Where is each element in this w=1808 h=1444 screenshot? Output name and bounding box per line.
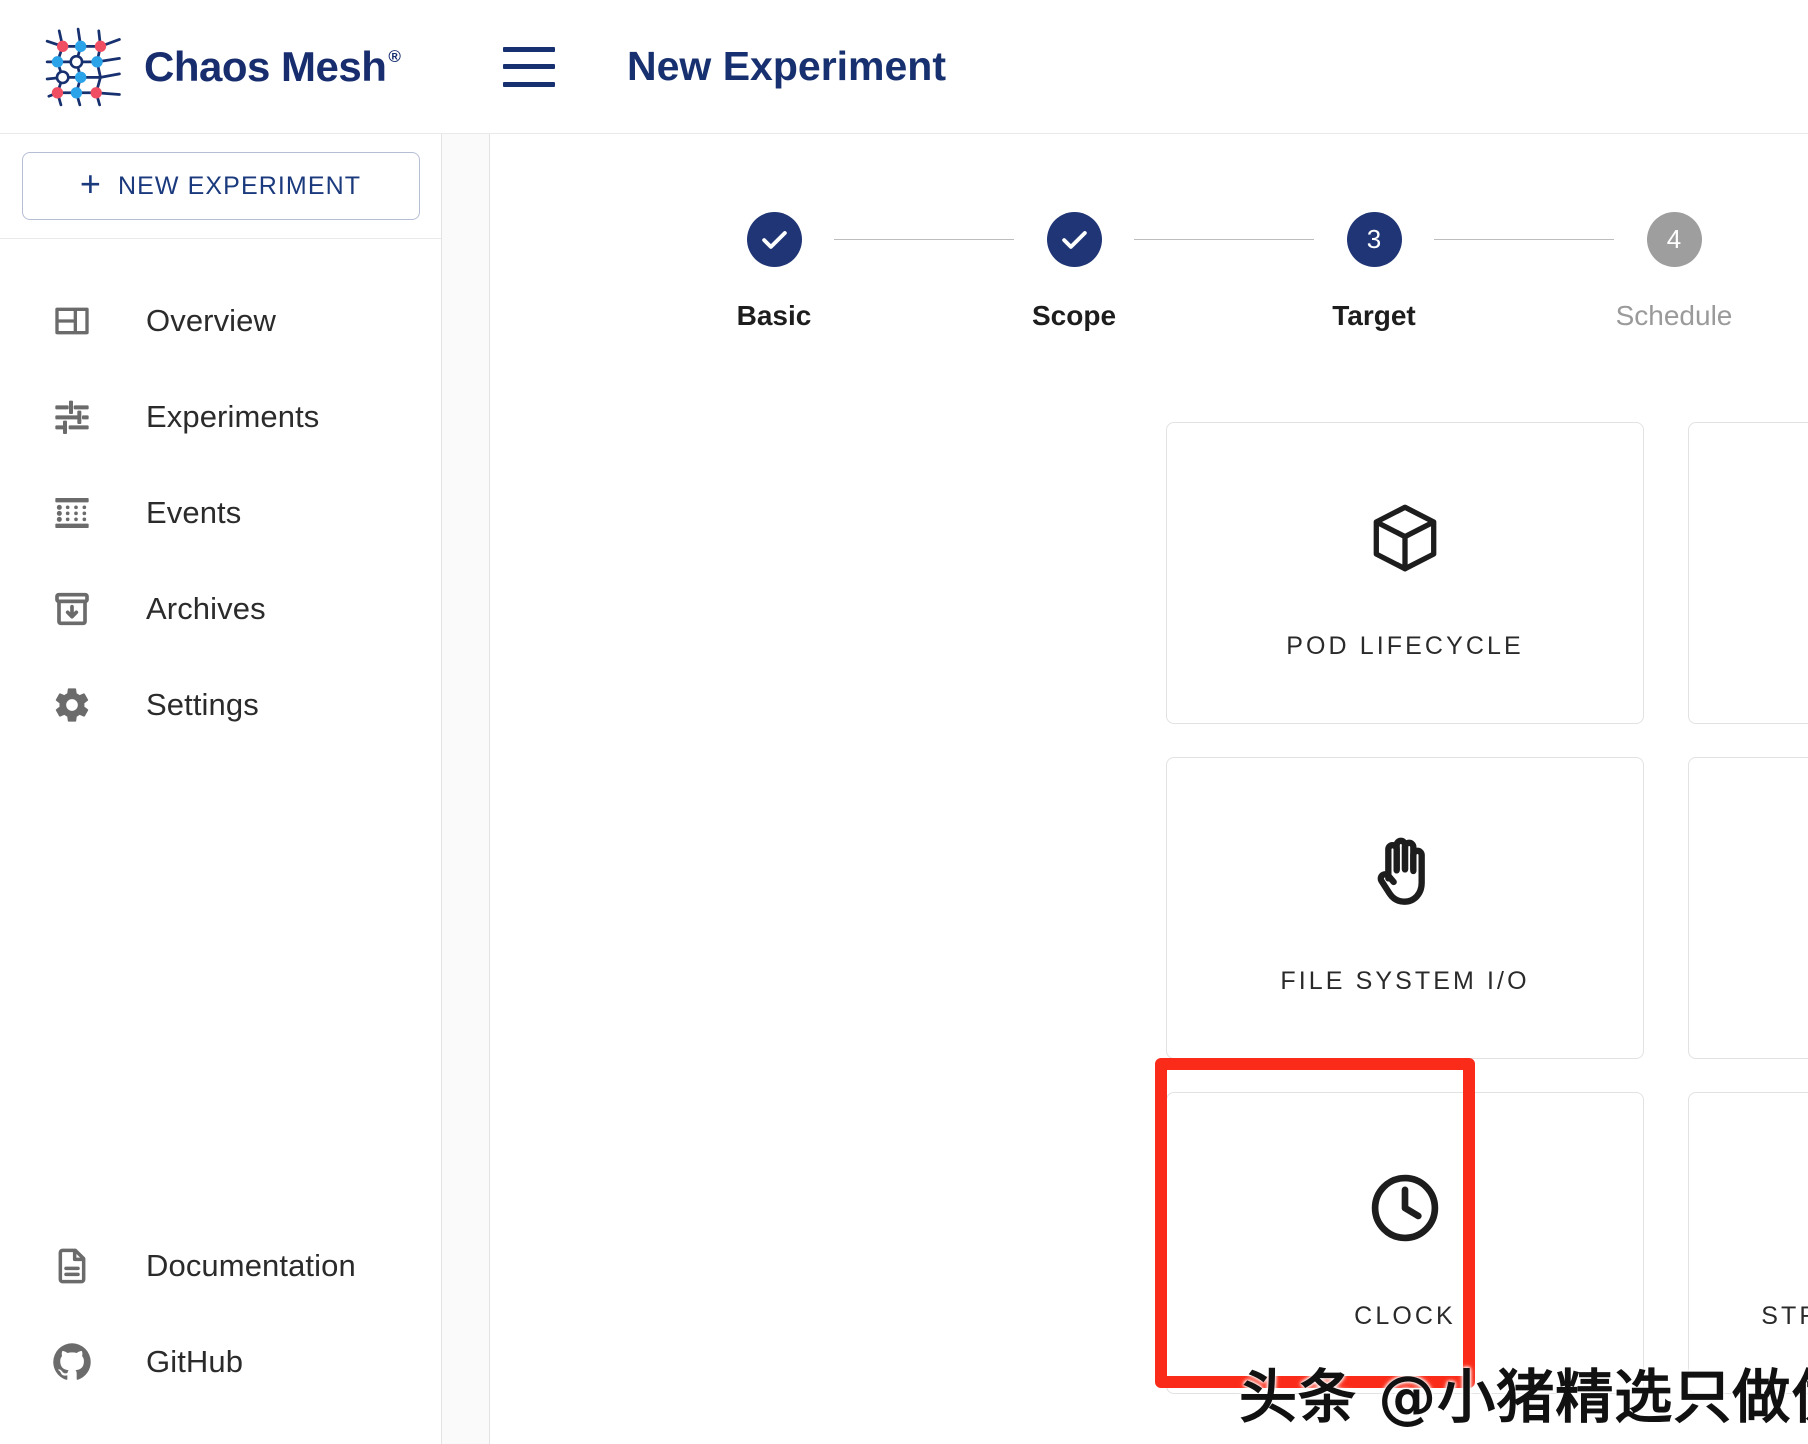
sidebar: Chaos Mesh ® + NEW EXPERIMENT Overview E… <box>0 0 442 1444</box>
target-card-linux-kernel[interactable]: LINUX KERNEL <box>1688 757 1808 1059</box>
sidebar-item-label: GitHub <box>146 1344 244 1379</box>
events-grid-icon <box>50 491 94 535</box>
main-area: New Experiment Basic Scope 3 Target 4 Sc… <box>441 0 1808 1444</box>
check-icon <box>1061 231 1087 249</box>
new-experiment-section: + NEW EXPERIMENT <box>0 134 441 239</box>
step-scope-circle <box>1046 212 1102 267</box>
content-gutter <box>442 134 490 1444</box>
hamburger-menu-icon[interactable] <box>503 46 555 87</box>
card-label: NETWORK <box>1689 632 1808 661</box>
brand-title: Chaos Mesh ® <box>144 42 401 91</box>
new-experiment-label: NEW EXPERIMENT <box>117 171 362 200</box>
target-card-network[interactable]: NETWORK <box>1688 422 1808 724</box>
document-icon <box>50 1244 94 1288</box>
sidebar-item-label: Experiments <box>146 399 320 434</box>
card-label: POD LIFECYCLE <box>1286 632 1524 660</box>
step-label: Schedule <box>1615 300 1733 331</box>
cube-icon <box>1364 497 1446 579</box>
sidebar-item-overview[interactable]: Overview <box>0 273 441 369</box>
sidebar-item-label: Documentation <box>146 1248 356 1283</box>
registered-mark: ® <box>388 46 401 66</box>
check-icon <box>761 231 787 249</box>
step-target-circle: 3 <box>1346 212 1402 267</box>
target-card-pod-lifecycle[interactable]: POD LIFECYCLE <box>1166 422 1644 724</box>
hamburger-bar <box>503 64 555 69</box>
new-experiment-button[interactable]: + NEW EXPERIMENT <box>21 152 420 220</box>
sidebar-item-label: Archives <box>146 591 266 626</box>
topbar: New Experiment <box>441 0 1808 134</box>
step-connector <box>1134 239 1314 240</box>
sidebar-nav-main: Overview Experiments Events Archives Set… <box>0 239 441 753</box>
hand-icon <box>1365 832 1445 914</box>
step-connector <box>1434 239 1614 240</box>
sidebar-item-label: Settings <box>146 687 259 722</box>
target-card-stress-cpu-memory[interactable]: Configured STRESS <box>1688 1092 1808 1394</box>
step-scope[interactable]: Scope <box>1014 212 1134 332</box>
hamburger-bar <box>503 81 555 87</box>
card-label: CLOCK <box>1354 1302 1456 1330</box>
app-root: Chaos Mesh ® + NEW EXPERIMENT Overview E… <box>0 0 1808 1444</box>
target-card-grid: POD LIFECYCLE NETWORK <box>1166 422 1808 1394</box>
page-title: New Experiment <box>627 43 946 89</box>
wizard-stepper: Basic Scope 3 Target 4 Schedule <box>714 212 1734 332</box>
brand-header[interactable]: Chaos Mesh ® <box>0 0 441 134</box>
sidebar-item-settings[interactable]: Settings <box>0 657 441 753</box>
brand-name: Chaos Mesh <box>144 42 387 90</box>
step-label: Target <box>1332 300 1416 331</box>
sidebar-item-events[interactable]: Events <box>0 465 441 561</box>
sidebar-item-github[interactable]: GitHub <box>0 1314 441 1410</box>
card-label: LINUX KERNEL <box>1689 967 1808 996</box>
sidebar-nav-bottom: Documentation GitHub <box>0 1218 441 1444</box>
step-basic[interactable]: Basic <box>714 212 834 332</box>
archive-box-icon <box>50 587 94 631</box>
tune-sliders-icon <box>50 395 94 439</box>
content-scroll-area: Basic Scope 3 Target 4 Schedule POD LIFE… <box>490 134 1808 1444</box>
step-label: Basic <box>736 300 812 331</box>
step-connector <box>834 239 1014 240</box>
hamburger-bar <box>503 46 555 52</box>
chaos-mesh-logo-icon <box>42 24 128 110</box>
step-basic-circle <box>746 212 802 267</box>
plus-icon: + <box>79 163 102 204</box>
target-card-clock[interactable]: CLOCK <box>1166 1092 1644 1394</box>
sidebar-item-experiments[interactable]: Experiments <box>0 369 441 465</box>
target-card-file-system-io[interactable]: FILE SYSTEM I/O <box>1166 757 1644 1059</box>
step-label: Scope <box>1031 300 1117 331</box>
step-schedule-circle: 4 <box>1646 212 1702 267</box>
sidebar-item-label: Overview <box>146 303 276 338</box>
sidebar-item-documentation[interactable]: Documentation <box>0 1218 441 1314</box>
card-label: FILE SYSTEM I/O <box>1280 967 1530 995</box>
card-label: STRESS CPU/MEMORY <box>1761 1302 1808 1330</box>
github-icon <box>50 1340 94 1384</box>
clock-icon <box>1366 1167 1444 1249</box>
sidebar-item-archives[interactable]: Archives <box>0 561 441 657</box>
step-schedule[interactable]: 4 Schedule <box>1614 212 1734 332</box>
step-target[interactable]: 3 Target <box>1314 212 1434 332</box>
dashboard-icon <box>50 299 94 343</box>
gear-icon <box>50 683 94 727</box>
sidebar-item-label: Events <box>146 495 242 530</box>
